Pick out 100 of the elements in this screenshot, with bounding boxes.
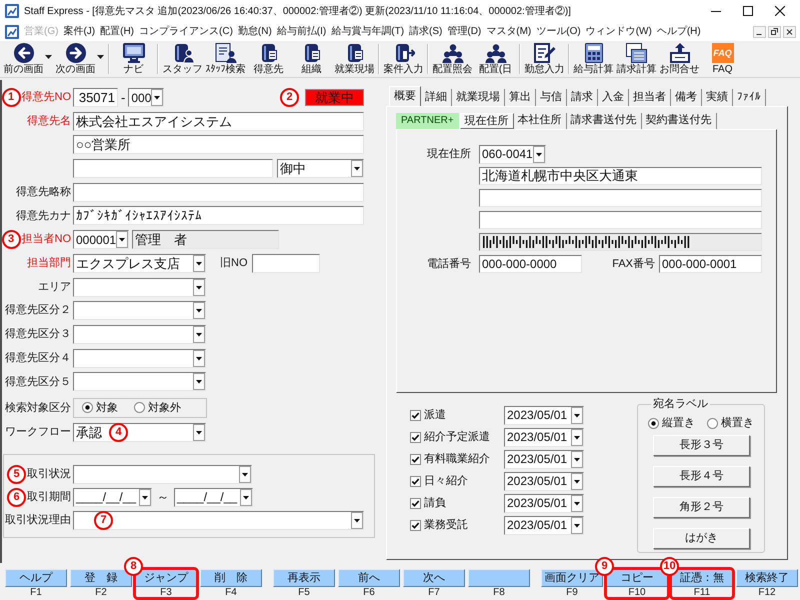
- tab[interactable]: 入金: [598, 89, 629, 106]
- label-button[interactable]: はがき: [653, 528, 750, 548]
- toolbar-button[interactable]: 得意先: [247, 41, 290, 77]
- caret-icon[interactable]: [193, 326, 205, 343]
- toolbar-button[interactable]: 請求計算: [615, 41, 658, 77]
- toolbar-button[interactable]: 案件入力: [382, 41, 425, 77]
- caret-icon[interactable]: [571, 450, 583, 468]
- fax-input[interactable]: 000-000-0001: [659, 255, 762, 273]
- tab[interactable]: 概要: [389, 86, 421, 106]
- code-dropdown[interactable]: 000001: [73, 230, 129, 250]
- label-button[interactable]: 角形２号: [653, 496, 750, 518]
- menu-item[interactable]: コンプライアンス(C): [139, 24, 233, 39]
- menu-item[interactable]: 請求(S): [409, 24, 442, 39]
- tab[interactable]: 実績: [702, 89, 733, 106]
- tab[interactable]: 契約書送付先: [642, 113, 717, 129]
- tab[interactable]: 算出: [505, 89, 536, 106]
- toolbar-button[interactable]: FAQ FAQ: [701, 41, 744, 77]
- minimize-icon[interactable]: [753, 26, 766, 38]
- caret-icon[interactable]: [351, 160, 363, 178]
- menu-item[interactable]: 配置(H): [100, 24, 134, 39]
- date-dropdown[interactable]: 2023/05/01: [504, 516, 584, 534]
- date-dropdown[interactable]: ____/__/__: [73, 488, 152, 507]
- function-key[interactable]: ジャンプ: [135, 569, 197, 587]
- maximize-icon[interactable]: [743, 6, 753, 16]
- tab[interactable]: 本社住所: [514, 113, 567, 129]
- toolbar-button[interactable]: 就業現場: [333, 41, 376, 77]
- radio-button[interactable]: [648, 418, 659, 429]
- caret-icon[interactable]: [351, 512, 363, 529]
- tab[interactable]: 与信: [536, 89, 567, 106]
- caret-icon[interactable]: [193, 254, 205, 272]
- menu-item[interactable]: 案件(J): [63, 24, 96, 39]
- date-dropdown[interactable]: 2023/05/01: [504, 450, 584, 468]
- dropdown[interactable]: [73, 372, 206, 392]
- menu-item[interactable]: ウィンドウ(W): [586, 24, 652, 39]
- radio-button[interactable]: [82, 402, 93, 414]
- function-key[interactable]: 前へ: [338, 569, 400, 587]
- toolbar-button[interactable]: 給与計算: [572, 41, 615, 77]
- checkbox[interactable]: [410, 410, 421, 420]
- checkbox[interactable]: [410, 520, 421, 530]
- text-input[interactable]: [73, 159, 273, 178]
- text-input[interactable]: ｶﾌﾞｼｷｶﾞｲｼｬｴｽｱｲｼｽﾃﾑ: [73, 206, 364, 226]
- date-dropdown[interactable]: 2023/05/01: [504, 472, 584, 490]
- function-key[interactable]: 再表示: [273, 569, 335, 587]
- dropdown[interactable]: 7: [73, 510, 364, 530]
- tab[interactable]: ﾌｧｲﾙ: [733, 89, 766, 106]
- caret-icon[interactable]: [151, 89, 164, 106]
- dropdown[interactable]: [73, 301, 206, 320]
- dropdown[interactable]: [73, 324, 206, 344]
- caret-icon[interactable]: [193, 302, 205, 320]
- menu-item[interactable]: 給与賞与年調(T): [331, 24, 404, 39]
- checkbox[interactable]: [410, 476, 421, 486]
- date-dropdown[interactable]: 2023/05/01: [504, 406, 584, 424]
- toolbar-button[interactable]: スタッフ: [161, 41, 204, 77]
- menu-item[interactable]: ツール(O): [536, 24, 581, 39]
- function-key[interactable]: 登 録: [70, 569, 132, 587]
- caret-icon[interactable]: [571, 516, 583, 534]
- toolbar-button[interactable]: 配置照会: [431, 41, 474, 77]
- text-input[interactable]: ○○営業所: [73, 135, 364, 154]
- caret-icon[interactable]: [193, 424, 205, 441]
- text-input[interactable]: 北海道札幌市中央区大通東: [479, 167, 762, 185]
- text-input[interactable]: [479, 189, 762, 207]
- toolbar-button[interactable]: 配置(日: [474, 41, 517, 77]
- phone-input[interactable]: 000-000-0000: [479, 255, 582, 273]
- menu-item[interactable]: マスタ(M): [486, 24, 532, 39]
- label-button[interactable]: 長形３号: [653, 434, 750, 456]
- caret-icon[interactable]: [533, 146, 545, 162]
- dropdown[interactable]: 御中: [277, 159, 364, 178]
- text-input[interactable]: [479, 211, 762, 229]
- radio-button[interactable]: [707, 418, 718, 429]
- menu-item[interactable]: 勤怠(N): [238, 24, 272, 39]
- text-input[interactable]: [73, 182, 364, 202]
- menu-item[interactable]: ヘルプ(H): [656, 24, 701, 39]
- caret-icon[interactable]: [571, 428, 583, 446]
- toolbar-button[interactable]: お問合せ: [658, 41, 701, 77]
- caret-icon[interactable]: [193, 373, 205, 390]
- function-key[interactable]: 次へ: [403, 569, 465, 587]
- tab[interactable]: 請求書送付先: [566, 113, 642, 129]
- function-key[interactable]: ヘルプ: [5, 569, 67, 587]
- dropdown[interactable]: エクスプレス支店: [73, 254, 206, 273]
- menu-item[interactable]: 給与前払(I): [276, 24, 326, 39]
- label-button[interactable]: 長形４号: [653, 466, 750, 486]
- caret-icon[interactable]: [571, 472, 583, 490]
- branch-dropdown[interactable]: 000: [128, 88, 164, 107]
- restore-icon[interactable]: [768, 26, 781, 38]
- dropdown[interactable]: 承認 4: [73, 422, 206, 442]
- caret-icon[interactable]: [571, 494, 583, 512]
- toolbar-button[interactable]: ｽﾀｯﾌ検索: [204, 41, 247, 77]
- caret-icon[interactable]: [45, 55, 52, 59]
- readonly-field[interactable]: 管理 者: [132, 230, 279, 250]
- toolbar-button[interactable]: 勤怠入力: [523, 41, 566, 77]
- dropdown[interactable]: [73, 464, 252, 484]
- toolbar-button[interactable]: 次の画面: [54, 41, 106, 77]
- caret-icon[interactable]: [193, 278, 205, 296]
- text-input[interactable]: [252, 254, 320, 273]
- caret-icon[interactable]: [116, 231, 128, 248]
- caret-icon[interactable]: [571, 406, 583, 424]
- dropdown[interactable]: [73, 278, 206, 296]
- tab[interactable]: 現在住所: [460, 113, 514, 129]
- text-input[interactable]: 株式会社エスアイシステム: [73, 112, 364, 131]
- toolbar-button[interactable]: 前の画面: [2, 41, 54, 77]
